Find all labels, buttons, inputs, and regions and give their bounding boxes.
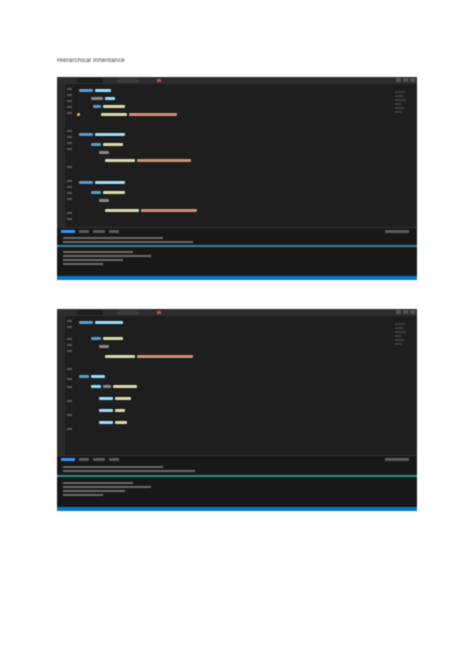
editor-screenshot-2 (57, 309, 417, 511)
document-heading: Hierarchical Inheritance (57, 58, 125, 64)
panel-tab (79, 458, 89, 461)
activity-bar (57, 84, 65, 234)
panel-tab-terminal (61, 458, 75, 461)
panel-controls (385, 230, 409, 233)
breakpoint-icon (77, 113, 80, 116)
status-bar (57, 276, 417, 280)
panel-tab (79, 230, 89, 233)
close-icon (410, 78, 415, 82)
editor-tab (77, 78, 103, 83)
maximize-icon (403, 310, 408, 314)
editor-screenshot-1 (57, 77, 417, 280)
panel-tab-terminal (61, 230, 75, 233)
modified-dot-icon (157, 79, 161, 82)
editor-tab (117, 310, 139, 315)
close-icon (410, 310, 415, 314)
editor-titlebar (57, 77, 417, 84)
activity-bar (57, 316, 65, 462)
editor-tab (77, 310, 103, 315)
panel-controls (385, 458, 409, 461)
minimap (395, 323, 407, 363)
modified-dot-icon (157, 311, 161, 314)
terminal-panel (57, 455, 417, 511)
panel-tab (93, 458, 105, 461)
panel-tab (93, 230, 105, 233)
panel-tab (109, 230, 119, 233)
editor-titlebar (57, 309, 417, 316)
maximize-icon (403, 78, 408, 82)
status-bar (57, 507, 417, 511)
minimize-icon (396, 310, 401, 314)
terminal-panel (57, 227, 417, 280)
minimap (395, 91, 407, 131)
panel-tab (109, 458, 119, 461)
minimize-icon (396, 78, 401, 82)
editor-tab (117, 78, 139, 83)
